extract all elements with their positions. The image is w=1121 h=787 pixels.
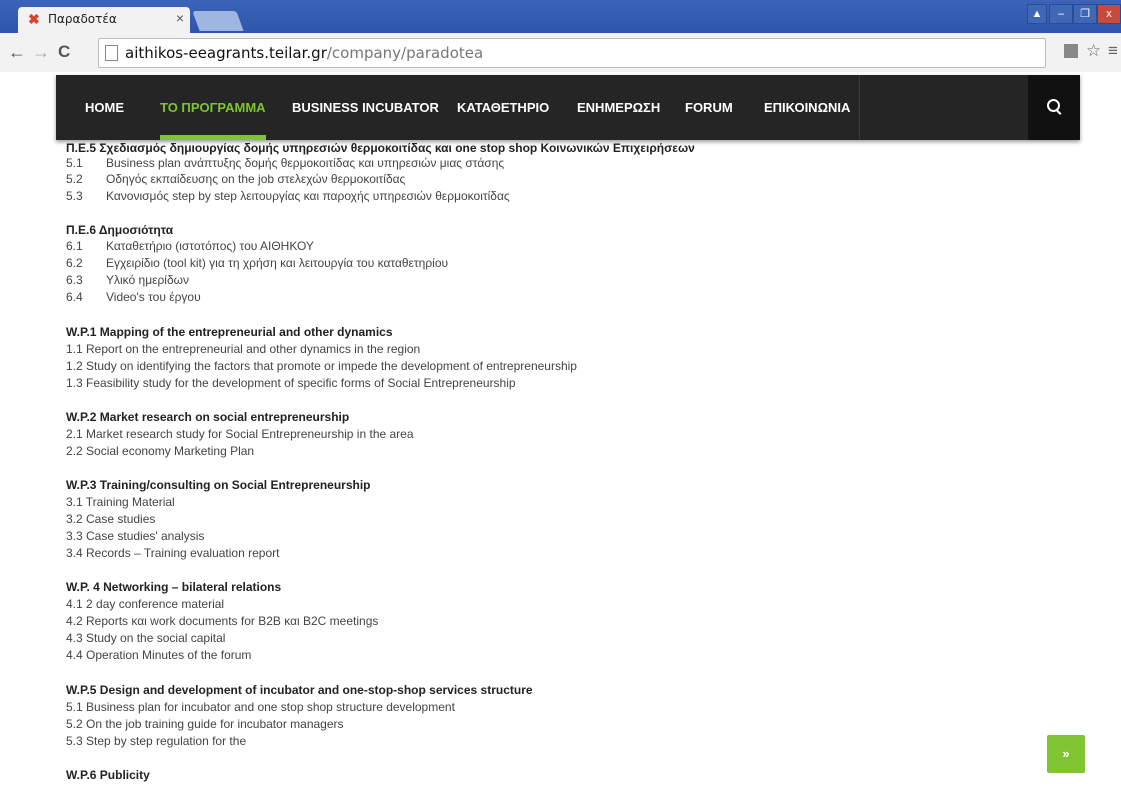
section-title-pe5: Π.Ε.5 Σχεδιασμός δημιουργίας δομής υπηρε… bbox=[66, 141, 695, 155]
page-icon bbox=[105, 45, 118, 61]
bookmark-star-icon[interactable]: ☆ bbox=[1086, 41, 1101, 61]
nav-item-repository[interactable]: ΚΑΤΑΘΕΤΗΡΙΟ bbox=[457, 75, 549, 140]
list-item: 1.1 Report on the entrepreneurial and ot… bbox=[66, 342, 421, 356]
section-title-wp1: W.P.1 Mapping of the entrepreneurial and… bbox=[66, 325, 393, 339]
list-item: 5.3 Step by step regulation for the bbox=[66, 734, 247, 748]
list-item: 5.2 On the job training guide for incuba… bbox=[66, 717, 344, 731]
nav-item-home[interactable]: HOME bbox=[85, 75, 124, 140]
list-item: 1.3 Feasibility study for the developmen… bbox=[66, 376, 516, 390]
search-button[interactable] bbox=[1028, 75, 1080, 140]
translate-icon[interactable] bbox=[1064, 44, 1078, 58]
nav-item-program[interactable]: ΤΟ ΠΡΟΓΡΑΜΜΑ bbox=[160, 75, 266, 140]
browser-tab-bar: ✖ Παραδοτέα × ▲ – ❐ x bbox=[0, 0, 1121, 33]
list-item: 5.1 Business plan for incubator and one … bbox=[66, 700, 455, 714]
address-bar[interactable]: aithikos-eeagrants.teilar.gr/company/par… bbox=[98, 38, 1046, 68]
list-item: 3.2 Case studies bbox=[66, 512, 156, 526]
tab-close-icon[interactable]: × bbox=[176, 10, 184, 26]
browser-tab[interactable]: ✖ Παραδοτέα × bbox=[18, 7, 190, 33]
close-window-button[interactable]: x bbox=[1097, 4, 1121, 24]
list-item: 6.2 Εγχειρίδιο (tool kit) για τη χρήση κα… bbox=[66, 256, 449, 270]
reload-icon[interactable]: C bbox=[58, 42, 70, 62]
list-item: 4.2 Reports και work documents for B2B κ… bbox=[66, 614, 379, 628]
list-item: 3.4 Records – Training evaluation report bbox=[66, 546, 280, 560]
list-item: 2.2 Social economy Marketing Plan bbox=[66, 444, 255, 458]
search-icon bbox=[1047, 99, 1060, 112]
new-tab-button[interactable] bbox=[192, 11, 244, 31]
site-navigation: HOME ΤΟ ΠΡΟΓΡΑΜΜΑ BUSINESS INCUBATOR ΚΑΤ… bbox=[56, 75, 1080, 140]
url-text[interactable]: aithikos-eeagrants.teilar.gr/company/par… bbox=[125, 44, 483, 62]
user-icon[interactable]: ▲ bbox=[1027, 4, 1047, 24]
maximize-button[interactable]: ❐ bbox=[1073, 4, 1097, 24]
list-item: 6.3 Υλικό ημερίδων bbox=[66, 273, 190, 287]
chrome-menu-icon[interactable]: ≡ bbox=[1108, 41, 1118, 61]
list-item: 6.1 Καταθετήριο (ιστοτόπος) του ΑΙΘΗΚΟΥ bbox=[66, 239, 314, 253]
list-item: 5.3 Κανονισμός step by step λειτουργίας κ… bbox=[66, 189, 510, 203]
nav-item-business-incubator[interactable]: BUSINESS INCUBATOR bbox=[292, 75, 439, 140]
list-item: 4.1 2 day conference material bbox=[66, 597, 225, 611]
joomla-favicon-icon: ✖ bbox=[28, 11, 40, 27]
nav-item-contact[interactable]: ΕΠΙΚΟΙΝΩΝΙΑ bbox=[764, 75, 850, 140]
section-title-pe6: Π.Ε.6 Δημοσιότητα bbox=[66, 223, 174, 237]
list-item: 3.1 Training Material bbox=[66, 495, 175, 509]
list-item: 5.2 Οδηγός εκπαίδευσης on the job στελεχώ… bbox=[66, 172, 406, 186]
tab-title: Παραδοτέα bbox=[48, 12, 117, 26]
list-item: 1.2 Study on identifying the factors tha… bbox=[66, 359, 577, 373]
section-title-wp3: W.P.3 Training/consulting on Social Entr… bbox=[66, 478, 371, 492]
nav-item-forum[interactable]: FORUM bbox=[685, 75, 733, 140]
section-title-wp6: W.P.6 Publicity bbox=[66, 768, 150, 782]
list-item: 4.3 Study on the social capital bbox=[66, 631, 226, 645]
back-arrow-icon[interactable]: ← bbox=[8, 42, 26, 63]
section-title-wp2: W.P.2 Market research on social entrepre… bbox=[66, 410, 350, 424]
list-item: 4.4 Operation Minutes of the forum bbox=[66, 648, 252, 662]
forward-arrow-icon[interactable]: → bbox=[32, 42, 50, 63]
minimize-button[interactable]: – bbox=[1049, 4, 1073, 24]
list-item: 6.4 Video's του έργου bbox=[66, 290, 201, 304]
nav-divider bbox=[859, 75, 860, 140]
page-content: Π.Ε.5 Σχεδιασμός δημιουργίας δομής υπηρε… bbox=[0, 72, 1121, 787]
section-title-wp5: W.P.5 Design and development of incubato… bbox=[66, 683, 533, 697]
section-title-wp4: W.P. 4 Networking – bilateral relations bbox=[66, 580, 282, 594]
nav-item-news[interactable]: ΕΝΗΜΕΡΩΣΗ bbox=[577, 75, 660, 140]
list-item: 2.1 Market research study for Social Ent… bbox=[66, 427, 414, 441]
browser-toolbar: ← → C aithikos-eeagrants.teilar.gr/compa… bbox=[0, 33, 1121, 73]
list-item: 5.1 Business plan ανάπτυξης δομής θερμοκο… bbox=[66, 156, 505, 170]
back-to-top-button[interactable]: » bbox=[1047, 735, 1085, 773]
list-item: 3.3 Case studies' analysis bbox=[66, 529, 205, 543]
